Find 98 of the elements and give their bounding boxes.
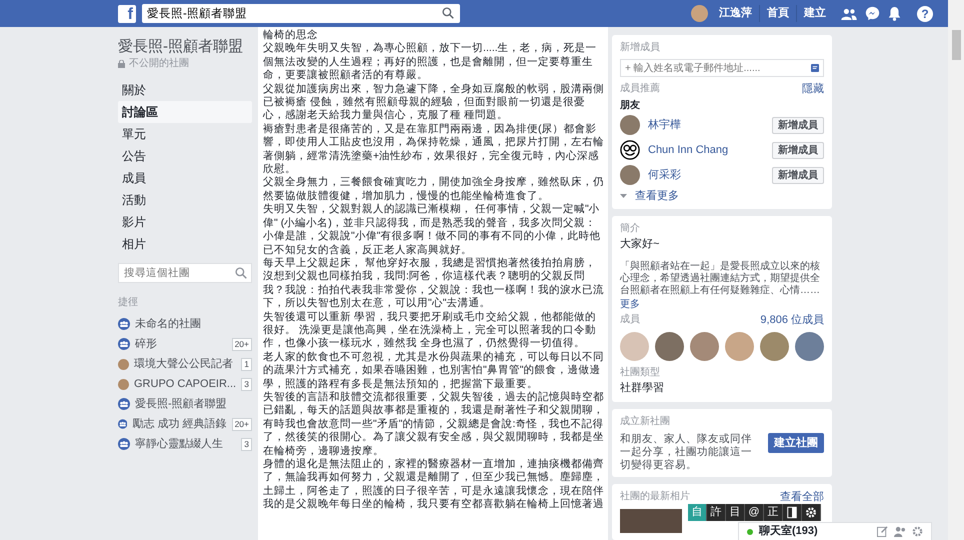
help-button[interactable]: ? (917, 6, 933, 22)
add-member-button[interactable]: 新增成員 (772, 116, 824, 134)
post-paragraph: 父親全身無力，三餐餵食確實吃力，開使加強全身按摩，雖然臥床，仍然要協做肢體復健，增加肌力，慢慢的也能坐輪椅進食了。 (263, 176, 604, 203)
compose-icon[interactable] (877, 526, 888, 537)
card-heading: 成立新社團 (620, 414, 671, 428)
search-icon[interactable] (442, 7, 454, 19)
post-paragraph: 失明又失智，父親對親人的認識已漸模糊， 任何事情，父親一定喊"小偉" (小編小名)，並非只認得我，而是熟悉我的聲音，我多次問父親：小偉是誰，父親說"小偉"有很多啊！做不同的事有不同的小偉，此時他已不知兒女的含義，反正老人家高興就好。 (263, 203, 602, 257)
photo-placeholder[interactable] (760, 332, 789, 361)
post-paragraph: 父親從加護病房出來，智力急遽下降，全身如豆腐般的軟弱，股溝兩側已被褥瘡 侵蝕，雖然有照顧母親的經驗，但面對眼前一切還是很憂心，感謝老天給我力量與信心，克服了種 種問題。 (263, 82, 604, 123)
bell-icon[interactable] (888, 6, 901, 21)
note-icon (811, 64, 819, 72)
group-icon (118, 438, 130, 450)
post-paragraph: 父親晚年失明又失智，為專心照顧，放下一切.....生，老，病，死是一個無法改變的人生過程；再好的照護，也是會離開，但一定要尊重生命，更要讓被照顧者活的有尊嚴。 (263, 42, 598, 83)
card-heading: 社團的最新相片 (620, 490, 690, 504)
group-title[interactable]: 愛長照-照顧者聯盟 (118, 37, 252, 56)
greeting-text: 大家好~ (620, 236, 660, 252)
shortcuts-heading: 捷徑 (118, 296, 139, 310)
ime-key[interactable]: 正 (764, 504, 783, 521)
search-icon[interactable] (235, 267, 247, 279)
add-member-field[interactable]: + 輸入姓名或電子郵件地址...... (620, 59, 824, 77)
notification-count: 1 (241, 358, 252, 370)
chat-bar[interactable]: 聊天室(193) (738, 522, 932, 540)
group-thumbnail (118, 378, 129, 390)
ime-key[interactable]: 許 (707, 504, 726, 521)
nav-link[interactable]: 建立 (796, 5, 833, 22)
post-paragraph: 失智後還可以重新 學習，我只要把牙刷或毛巾交給父親，他都能做的很好。 洗澡更是讓他高興，坐在洗澡椅上，完全可以照著我的口令動作，也像小孩一樣玩水，雖然我 全身也濕了，仍然覺得一切值得。 (263, 310, 597, 351)
caret-icon (620, 194, 627, 198)
profile-link[interactable]: 江逸萍 (712, 5, 759, 22)
post-paragraph: 老人家的飲食也不可忽視，尤其是水份與蔬果的補充，可以每日以不同的蔬果汁方式補充，如果吞嚥困難，也別害怕"鼻胃管"的餵食，邊做邊學，照護的路程有多長是無法預知的，把握當下最重要。 (263, 350, 604, 391)
group-type: 社群學習 (620, 381, 665, 396)
sidebar-item[interactable]: 相片 (118, 233, 252, 255)
group-icon (118, 318, 130, 330)
see-more-link[interactable]: 查看更多 (635, 188, 679, 204)
notification-count: 20+ (232, 418, 252, 430)
friends-icon[interactable] (841, 8, 857, 20)
group-search-field[interactable]: 搜尋這個社團 (118, 263, 252, 283)
friend-name[interactable]: 林宇樺 (648, 116, 681, 134)
section-heading: 社團類型 (620, 366, 661, 380)
post-paragraph: 身體的退化是無法阻止的，家裡的醫療器材一直增加，連抽痰機都備齊了，無論我再如何努力，父親還是離開了，但至少我已無憾。塵歸塵，土歸土，阿爸走了，照護的日子很辛苦，可是永遠讓我懷念，現在陪伴我的是父親晚年每日坐的輪椅，我只要有空都喜歡躺在輪椅上回憶著過 (263, 458, 604, 512)
members-count-link[interactable]: 9,806 位成員 (760, 312, 824, 328)
friend-name[interactable]: Chun Inn Chang (648, 142, 728, 158)
shortcut-link[interactable]: GRUPO CAPOEIR... (134, 376, 236, 392)
sidebar-item[interactable]: 成員 (118, 167, 252, 189)
group-icon (118, 338, 130, 350)
section-heading: 朋友 (620, 98, 641, 112)
post-paragraph: 失智後的言語和肢體交流都很重要，父親失智後，過去的記憶與時空都已錯亂，每天的話題與故事都是重複的，我還是耐著性子和父親閒聊，有時我也會故意問一些"矛盾"的情節，父親總是會說:奇怪，我也不記得了，然後笑的很開心。為了讓父親有安全感，與父親閒聊時，我都是坐在輪椅旁，邊聊邊按摩。 (263, 390, 604, 458)
add-member-button[interactable]: 新增成員 (772, 142, 824, 158)
card-heading: 簡介 (620, 222, 641, 236)
notification-count: 3 (241, 438, 252, 450)
post-paragraph: 每天早上父親起床， 幫他穿好衣服，我總是習慣抱著然後拍拍肩膀，沒想到父親也同樣拍我，我問:阿爸，你這樣代表？聰明的父親反問我？我說：拍拍代表我非常愛你，父親說：我也一樣啊！我的淚水已流下，所以失智也別太在意，可以用"心"去溝通。 (263, 256, 604, 311)
shortcut-link[interactable]: 未命名的社團 (135, 316, 201, 332)
shortcut-link[interactable]: 碎形 (135, 336, 157, 352)
sidebar-item[interactable]: 討論區 (118, 101, 252, 123)
shortcut-link[interactable]: 愛長照-照顧者聯盟 (135, 396, 227, 412)
card-heading: 新增成員 (620, 40, 661, 55)
group-thumbnail (118, 358, 129, 370)
privacy-label: 不公開的社團 (129, 56, 189, 71)
notification-count: 3 (241, 378, 252, 390)
lock-icon (118, 60, 125, 68)
sidebar-item[interactable]: 活動 (118, 189, 252, 211)
sidebar-item[interactable]: 關於 (118, 79, 252, 101)
sidebar-item[interactable]: 公告 (118, 145, 252, 167)
logo[interactable]: f (118, 4, 136, 22)
shortcut-link[interactable]: 環境大聲公公民記者 (134, 356, 233, 372)
photo-placeholder[interactable] (655, 332, 684, 361)
sidebar-item[interactable]: 單元 (118, 123, 252, 145)
shortcut-link[interactable]: 寧靜心靈點綴人生 (135, 436, 223, 452)
create-group-text: 和朋友、家人、隊友或同伴一起分享，社團功能讓這一切變得更容易。 (620, 432, 753, 472)
section-heading: 成員 (620, 312, 640, 326)
nav-link[interactable]: 首頁 (759, 5, 796, 22)
ime-key[interactable]: @ (745, 504, 764, 521)
post-title: 輪椅的思念 (263, 29, 319, 42)
section-heading: 成員推薦 (620, 82, 660, 96)
messenger-icon[interactable] (865, 6, 880, 21)
group-icon (118, 398, 130, 410)
group-description: 「與照顧者站在一起」是愛長照成立以來的核心理念，希望透過社團連結方式，期望提供全台照顧者在照顧上有任何疑難雜症、心情…… (620, 260, 821, 296)
chat-label[interactable]: 聊天室(193) (759, 523, 818, 540)
group-icon (118, 418, 128, 430)
friend-name[interactable]: 何采彩 (648, 166, 681, 184)
shortcut-link[interactable]: 勵志 成功 經典語錄 (132, 416, 227, 432)
add-member-button[interactable]: 新增成員 (772, 166, 824, 184)
more-link[interactable]: 更多 (620, 296, 824, 312)
avatar[interactable] (620, 165, 640, 185)
photo-placeholder[interactable] (725, 332, 754, 361)
avatar[interactable] (691, 5, 708, 22)
notification-count: 20+ (232, 338, 252, 350)
photo-placeholder[interactable] (795, 332, 824, 361)
create-group-button[interactable]: 建立社團 (768, 432, 824, 453)
cartoon-face-avatar[interactable] (620, 140, 640, 160)
photo-placeholder[interactable] (690, 332, 719, 361)
people-icon[interactable] (894, 526, 906, 537)
avatar[interactable] (620, 115, 640, 135)
hide-link[interactable]: 隱藏 (802, 81, 824, 98)
sidebar-item[interactable]: 影片 (118, 211, 252, 233)
see-all-link[interactable]: 查看全部 (780, 488, 824, 505)
post-paragraph: 褥瘡對患者是很痛苦的，又是在靠肛門兩兩邊，因為排便(尿）都會影響，即使用人工貼皮也沒用，為保持乾燥，通風，把尿片打開，左右輪著側躺，經常清洗塗藥+油性紗布，效果很好，完全復元時，內心深感欣慰。 (263, 122, 604, 176)
search-field[interactable]: 愛長照-照顧者聯盟 (142, 4, 460, 23)
ime-key[interactable]: 目 (726, 504, 745, 521)
